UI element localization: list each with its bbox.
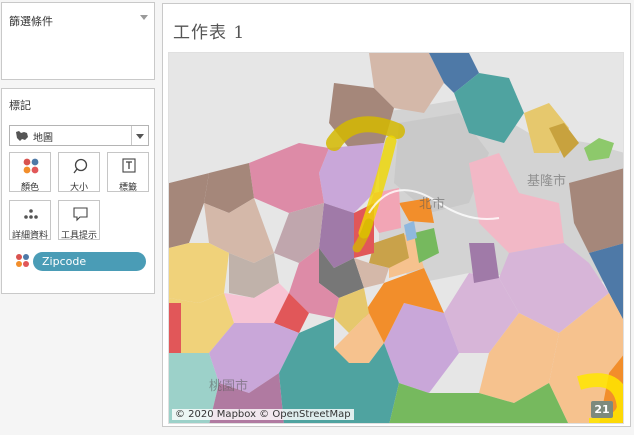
label-icon — [122, 158, 136, 173]
label-card[interactable]: 標籤 — [107, 152, 149, 193]
detail-card[interactable]: 詳細資料 — [9, 200, 51, 241]
worksheet: 工作表 1 北市 基隆市 桃園市 © 2020 Mapbox © OpenStr… — [162, 3, 631, 427]
detail-icon — [24, 209, 38, 219]
filled-map[interactable] — [169, 53, 624, 424]
filters-title: 篩選條件 — [9, 15, 53, 28]
label-card-label: 標籤 — [118, 183, 137, 193]
mark-type-label: 地圖 — [33, 133, 53, 144]
filters-shelf[interactable]: 篩選條件 — [1, 2, 155, 80]
tooltip-card[interactable]: 工具提示 — [58, 200, 100, 241]
map-attribution[interactable]: © 2020 Mapbox © OpenStreetMap — [172, 409, 354, 420]
size-card-label: 大小 — [69, 183, 88, 193]
size-card[interactable]: 大小 — [58, 152, 100, 193]
chevron-down-icon[interactable] — [131, 126, 148, 145]
tooltip-card-label: 工具提示 — [60, 231, 97, 241]
map-label-center: 北市 — [419, 197, 446, 212]
color-card-label: 顏色 — [20, 183, 39, 193]
map-label-south: 桃園市 — [209, 379, 249, 394]
region[interactable] — [169, 243, 229, 303]
map-label-east: 基隆市 — [527, 174, 567, 189]
marks-title: 標記 — [9, 99, 31, 112]
color-dots-icon — [16, 254, 29, 267]
zipcode-field-pill[interactable]: Zipcode — [33, 252, 146, 271]
chevron-down-icon[interactable] — [140, 15, 148, 20]
mark-type-dropdown[interactable]: 地圖 — [9, 125, 149, 146]
map-icon — [16, 131, 28, 141]
color-card[interactable]: 顏色 — [9, 152, 51, 193]
size-icon — [73, 158, 88, 174]
tooltip-icon — [73, 207, 88, 222]
marks-card: 標記 地圖 顏色 大小 標籤 詳細資料 工具提示 Zipcode — [1, 88, 155, 294]
null-count-badge[interactable]: 21 — [591, 401, 613, 418]
region[interactable] — [169, 303, 181, 353]
region[interactable] — [469, 243, 499, 283]
color-dots-icon — [23, 158, 39, 174]
sheet-title: 工作表 1 — [173, 23, 246, 43]
map-view[interactable]: 北市 基隆市 桃園市 © 2020 Mapbox © OpenStreetMap… — [168, 52, 624, 424]
detail-card-label: 詳細資料 — [11, 231, 48, 241]
